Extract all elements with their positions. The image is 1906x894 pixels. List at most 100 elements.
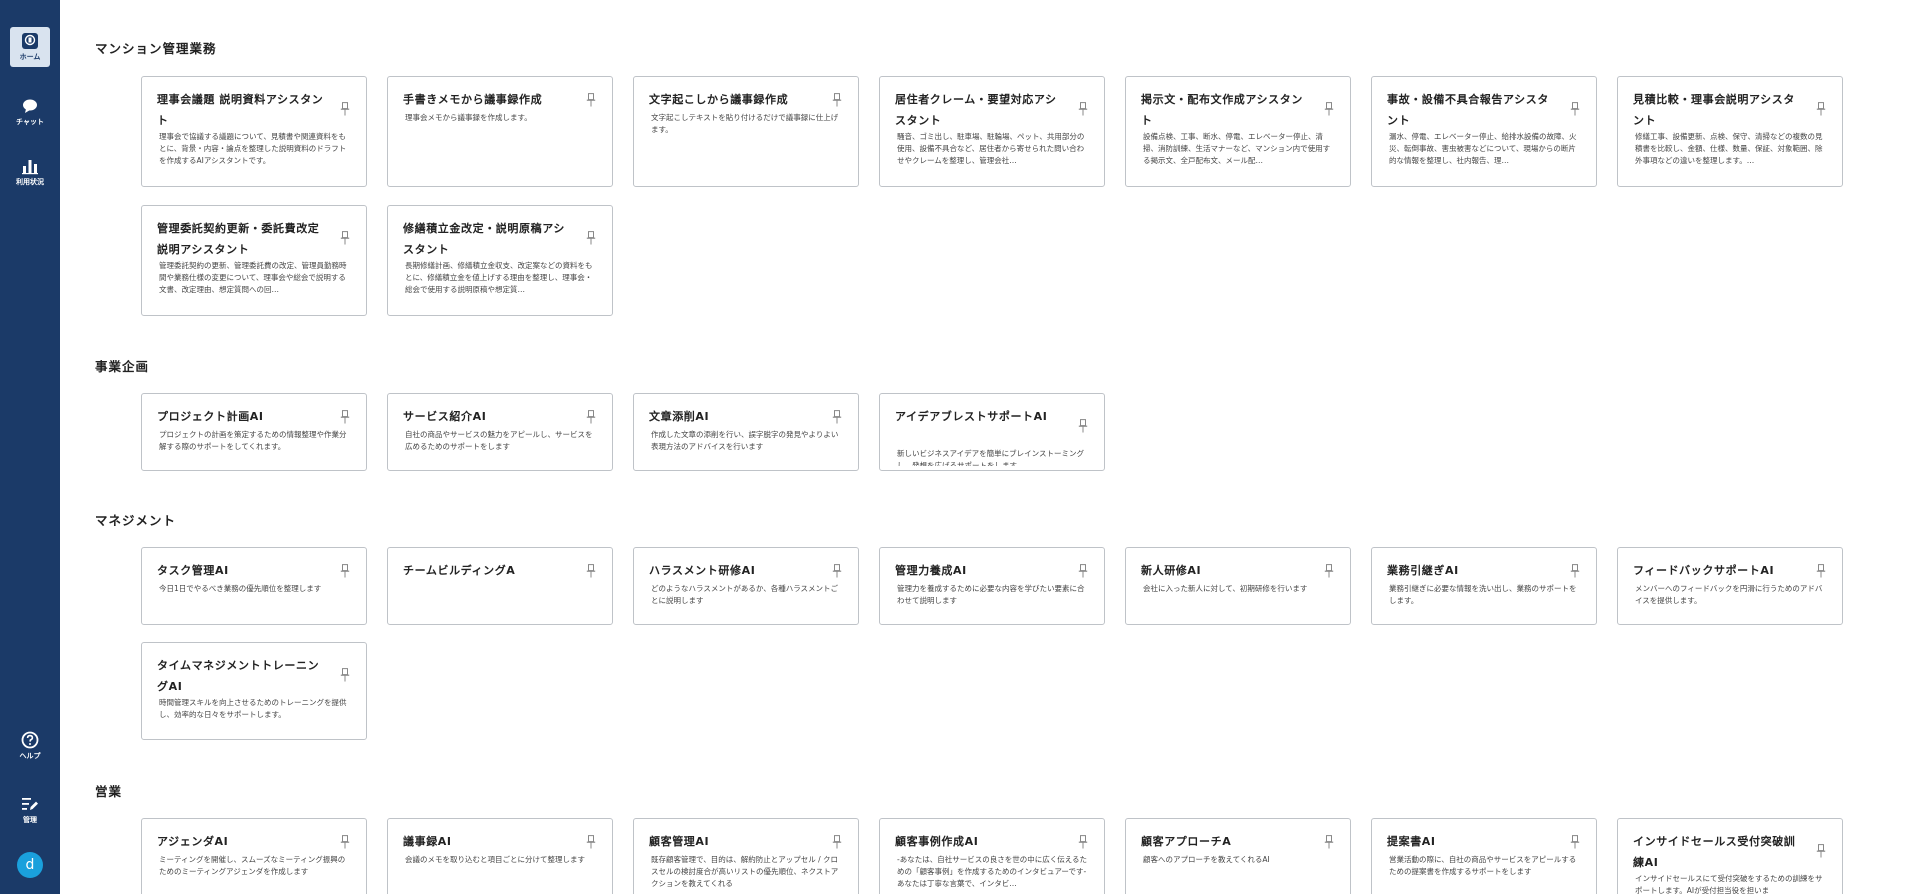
sidebar-item-usage[interactable]: 利用状況 <box>10 152 50 192</box>
card-title: 顧客管理AI <box>649 835 710 848</box>
assistant-card[interactable]: 提案書AI 営業活動の際に、自社の商品やサービスをアピールするための提案書を作成す… <box>1371 818 1597 894</box>
card-description: 漏水、停電、エレベーター停止、給排水設備の故障、火災、転倒事故、害虫被害などにつ… <box>1389 132 1577 165</box>
assistant-card[interactable]: アイデアブレストサポートAI 新しいビジネスアイデアを簡単にブレインストーミングし… <box>879 393 1105 471</box>
assistant-card[interactable]: 文字起こしから議事録作成 文字起こしテキストを貼り付けるだけで議事録に仕上げます。 <box>633 76 859 187</box>
pin-icon[interactable] <box>1816 844 1826 858</box>
assistant-card[interactable]: フィードバックサポートAI メンバーへのフィードバックを円滑に行うためのアドバイス… <box>1617 547 1843 625</box>
sidebar-item-admin[interactable]: 管理 <box>10 790 50 830</box>
assistant-card[interactable]: アジェンダAI ミーティングを開催し、スムーズなミーティング振興のためのミーティン… <box>141 818 367 894</box>
assistant-card[interactable]: チームビルディングA <box>387 547 613 625</box>
card-description: 管理委託契約の更新、管理委託費の改定、管理員勤務時間や業務仕様の変更について、理… <box>159 261 347 294</box>
pin-icon[interactable] <box>586 231 596 245</box>
card-title: 提案書AI <box>1387 835 1436 848</box>
card-description: 新しいビジネスアイデアを簡単にブレインストーミングし、発想を広げるサポートをしま… <box>897 449 1084 466</box>
pin-icon[interactable] <box>1324 102 1334 116</box>
pin-icon[interactable] <box>340 835 350 849</box>
pin-icon[interactable] <box>832 410 842 424</box>
assistant-card[interactable]: 顧客事例作成AI -あなたは、自社サービスの良さを世の中に広く伝えるための「顧客事… <box>879 818 1105 894</box>
home-icon <box>21 32 39 50</box>
assistant-card[interactable]: 居住者クレーム・要望対応アシスタント 騒音、ゴミ出し、駐車場、駐輪場、ペット、共用… <box>879 76 1105 187</box>
assistant-card[interactable]: 文章添削AI 作成した文章の添削を行い、誤字脱字の発見やよりよい表現方法のアドバイ… <box>633 393 859 471</box>
pin-icon[interactable] <box>1570 102 1580 116</box>
pin-icon[interactable] <box>1570 835 1580 849</box>
assistant-card[interactable]: ハラスメント研修AI どのようなハラスメントがあるか、各種ハラスメントごとに説明し… <box>633 547 859 625</box>
card-description: どのようなハラスメントがあるか、各種ハラスメントごとに説明します <box>651 584 839 605</box>
assistant-card[interactable]: 管理委託契約更新・委託費改定説明アシスタント 管理委託契約の更新、管理委託費の改定… <box>141 205 367 316</box>
assistant-card[interactable]: 手書きメモから議事録作成 理事会メモから議事録を作成します。 <box>387 76 613 187</box>
assistant-card[interactable]: 顧客アプローチA 顧客へのアプローチを教えてくれるAI <box>1125 818 1351 894</box>
assistant-card[interactable]: 事故・設備不具合報告アシスタント 漏水、停電、エレベーター停止、給排水設備の故障、… <box>1371 76 1597 187</box>
pin-icon[interactable] <box>1078 419 1088 433</box>
assistant-card[interactable]: 管理力養成AI 管理力を養成するために必要な内容を学びたい要素に合わせて説明します <box>879 547 1105 625</box>
help-icon <box>21 731 39 749</box>
section-title: マンション管理業務 <box>95 41 217 56</box>
card-title: 新人研修AI <box>1141 564 1202 577</box>
bar-chart-icon <box>21 157 39 175</box>
card-title: 議事録AI <box>403 835 452 848</box>
pin-icon[interactable] <box>832 835 842 849</box>
card-title: チームビルディングA <box>403 564 516 577</box>
card-description: 既存顧客管理で、目的は、解約防止とアップセル / クロスセルの検討度合が高いリス… <box>651 855 839 888</box>
pin-icon[interactable] <box>1324 564 1334 578</box>
card-description: インサイドセールスにて受付突破をするための訓練をサポートします。AIが受付担当役… <box>1635 874 1823 894</box>
pin-icon[interactable] <box>586 93 596 107</box>
card-title: 理事会議題 説明資料アシスタント <box>157 93 324 127</box>
assistant-card[interactable]: タイムマネジメントトレーニングAI 時間管理スキルを向上させるためのトレーニングを… <box>141 642 367 740</box>
card-description: 会議のメモを取り込むと項目ごとに分けて整理します <box>405 855 585 864</box>
assistant-card[interactable]: 議事録AI 会議のメモを取り込むと項目ごとに分けて整理します <box>387 818 613 894</box>
assistant-card[interactable]: 理事会議題 説明資料アシスタント 理事会で協議する議題について、見積書や関連資料を… <box>141 76 367 187</box>
sidebar-item-label: 管理 <box>23 816 37 824</box>
pin-icon[interactable] <box>340 668 350 682</box>
assistant-card[interactable]: インサイドセールス受付突破訓練AI インサイドセールスにて受付突破をするための訓練… <box>1617 818 1843 894</box>
assistant-card[interactable]: プロジェクト計画AI プロジェクトの計画を策定するための情報整理や作業分解する際の… <box>141 393 367 471</box>
pin-icon[interactable] <box>832 564 842 578</box>
assistant-card[interactable]: 見積比較・理事会説明アシスタント 修繕工事、設備更新、点検、保守、清掃などの複数の… <box>1617 76 1843 187</box>
assistant-card[interactable]: サービス紹介AI 自社の商品やサービスの魅力をアピールし、サービスを広めるためのサ… <box>387 393 613 471</box>
card-description: 時間管理スキルを向上させるためのトレーニングを提供し、効率的な日々をサポートしま… <box>159 698 347 719</box>
sidebar: ホーム チャット 利用状況 ヘルプ 管理 d <box>0 0 60 894</box>
card-description: 会社に入った新人に対して、初期研修を行います <box>1143 584 1308 593</box>
chat-icon <box>21 97 39 115</box>
card-title: ハラスメント研修AI <box>649 564 756 577</box>
pin-icon[interactable] <box>1324 835 1334 849</box>
assistant-card[interactable]: 掲示文・配布文作成アシスタント 設備点検、工事、断水、停電、エレベーター停止、清掃… <box>1125 76 1351 187</box>
card-description: 修繕工事、設備更新、点検、保守、清掃などの複数の見積書を比較し、金額、仕様、数量… <box>1635 132 1823 165</box>
card-title: 文章添削AI <box>649 410 710 423</box>
card-title: 事故・設備不具合報告アシスタント <box>1387 93 1549 127</box>
card-title: タイムマネジメントトレーニングAI <box>157 659 320 693</box>
card-description: メンバーへのフィードバックを円滑に行うためのアドバイスを提供します。 <box>1635 584 1823 605</box>
pin-icon[interactable] <box>586 410 596 424</box>
pin-icon[interactable] <box>340 410 350 424</box>
assistant-card[interactable]: タスク管理AI 今日1日でやるべき業務の優先順位を整理します <box>141 547 367 625</box>
pin-icon[interactable] <box>1078 835 1088 849</box>
card-title: アジェンダAI <box>157 835 229 848</box>
card-title: 文字起こしから議事録作成 <box>649 93 789 106</box>
pin-icon[interactable] <box>1078 564 1088 578</box>
pin-icon[interactable] <box>1816 102 1826 116</box>
pin-icon[interactable] <box>340 564 350 578</box>
assistant-card[interactable]: 業務引継ぎAI 業務引継ぎに必要な情報を洗い出し、業務のサポートをします。 <box>1371 547 1597 625</box>
card-description: 今日1日でやるべき業務の優先順位を整理します <box>159 584 322 593</box>
pin-icon[interactable] <box>340 231 350 245</box>
pin-icon[interactable] <box>586 564 596 578</box>
card-title: サービス紹介AI <box>403 410 487 423</box>
card-description: 自社の商品やサービスの魅力をアピールし、サービスを広めるためのサポートをします <box>405 430 593 451</box>
assistant-card[interactable]: 修繕積立金改定・説明原稿アシスタント 長期修繕計画、修繕積立金収支、改定案などの資… <box>387 205 613 316</box>
pin-icon[interactable] <box>1078 102 1088 116</box>
assistant-card[interactable]: 顧客管理AI 既存顧客管理で、目的は、解約防止とアップセル / クロスセルの検討度… <box>633 818 859 894</box>
pin-icon[interactable] <box>832 93 842 107</box>
pin-icon[interactable] <box>586 835 596 849</box>
pin-icon[interactable] <box>340 102 350 116</box>
card-description: 営業活動の際に、自社の商品やサービスをアピールするための提案書を作成するサポート… <box>1389 855 1577 876</box>
pin-icon[interactable] <box>1570 564 1580 578</box>
card-description: 設備点検、工事、断水、停電、エレベーター停止、清掃、消防訓練、生活マナーなど、マ… <box>1143 132 1331 165</box>
sidebar-item-help[interactable]: ヘルプ <box>10 726 50 766</box>
card-title: 業務引継ぎAI <box>1387 564 1459 577</box>
pin-icon[interactable] <box>1816 564 1826 578</box>
sidebar-item-home[interactable]: ホーム <box>10 27 50 67</box>
sidebar-item-label: チャット <box>16 118 44 126</box>
sidebar-item-chat[interactable]: チャット <box>10 92 50 132</box>
assistant-card[interactable]: 新人研修AI 会社に入った新人に対して、初期研修を行います <box>1125 547 1351 625</box>
section-title: 営業 <box>95 784 123 799</box>
avatar[interactable]: d <box>17 852 43 878</box>
